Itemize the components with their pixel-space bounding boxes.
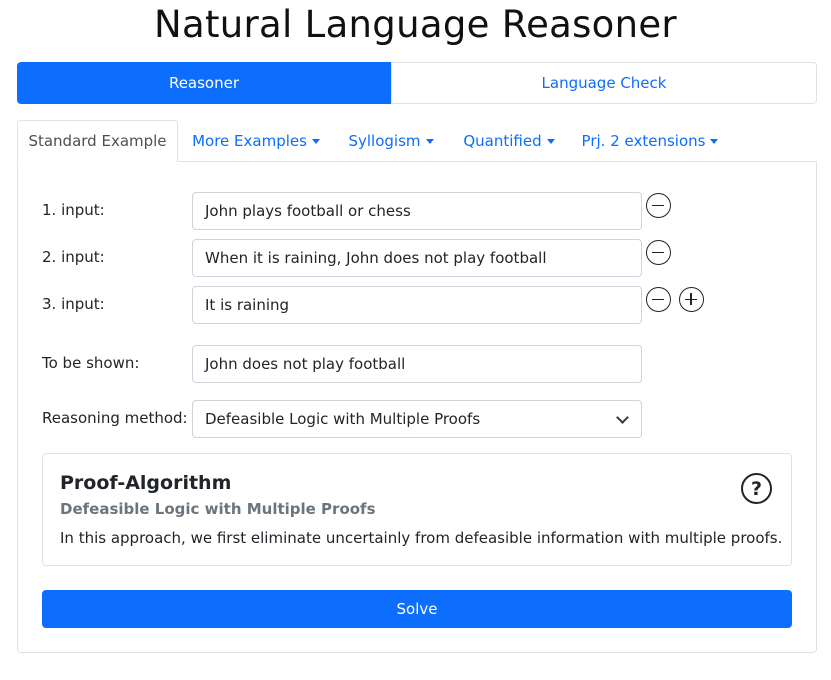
chevron-down-icon <box>616 411 629 424</box>
tab-more-examples[interactable]: More Examples <box>178 120 334 162</box>
input-1-field[interactable]: John plays football or chess <box>192 192 642 230</box>
card-title: Proof-Algorithm <box>60 472 232 494</box>
to-be-shown-value: John does not play football <box>205 355 406 373</box>
tab-label: Syllogism <box>348 132 421 150</box>
minus-icon <box>652 251 664 254</box>
input-3-label: 3. input: <box>42 295 105 313</box>
add-input-button[interactable] <box>679 287 704 312</box>
remove-input-3-button[interactable] <box>646 287 671 312</box>
to-be-shown-label: To be shown: <box>42 354 140 372</box>
to-be-shown-field[interactable]: John does not play football <box>192 345 642 383</box>
input-3-value: It is raining <box>205 296 290 314</box>
minus-icon <box>652 298 664 301</box>
card-description: In this approach, we first eliminate unc… <box>60 529 783 547</box>
caret-down-icon <box>425 138 434 144</box>
caret-down-icon <box>311 138 320 144</box>
tab-standard-example[interactable]: Standard Example <box>17 120 178 162</box>
example-tabs: Standard Example More Examples Syllogism… <box>17 120 817 162</box>
caret-down-icon <box>710 138 719 144</box>
tab-quantified[interactable]: Quantified <box>448 120 570 162</box>
help-icon[interactable]: ? <box>741 473 772 504</box>
input-1-value: John plays football or chess <box>205 202 411 220</box>
reasoning-method-label: Reasoning method: <box>42 409 188 427</box>
tab-label: Quantified <box>463 132 542 150</box>
tab-syllogism[interactable]: Syllogism <box>334 120 448 162</box>
remove-input-2-button[interactable] <box>646 240 671 265</box>
reasoning-method-select[interactable]: Defeasible Logic with Multiple Proofs <box>192 400 642 438</box>
input-2-field[interactable]: When it is raining, John does not play f… <box>192 239 642 277</box>
caret-down-icon <box>546 138 555 144</box>
page-title: Natural Language Reasoner <box>154 3 677 46</box>
input-1-label: 1. input: <box>42 201 105 219</box>
card-subtitle: Defeasible Logic with Multiple Proofs <box>60 500 376 518</box>
input-2-value: When it is raining, John does not play f… <box>205 249 547 267</box>
tab-label: Prj. 2 extensions <box>581 132 706 150</box>
input-2-label: 2. input: <box>42 248 105 266</box>
remove-input-1-button[interactable] <box>646 193 671 218</box>
input-3-field[interactable]: It is raining <box>192 286 642 324</box>
language-check-mode-button[interactable]: Language Check <box>391 62 817 104</box>
reasoning-method-value: Defeasible Logic with Multiple Proofs <box>205 410 481 428</box>
solve-button[interactable]: Solve <box>42 590 792 628</box>
tab-prj2-extensions[interactable]: Prj. 2 extensions <box>570 120 730 162</box>
minus-icon <box>652 204 664 207</box>
reasoner-mode-button[interactable]: Reasoner <box>17 62 391 104</box>
mode-toggle: Reasoner Language Check <box>17 62 817 104</box>
tab-label: Standard Example <box>28 132 167 150</box>
tab-label: More Examples <box>192 132 307 150</box>
proof-algorithm-card: Proof-Algorithm Defeasible Logic with Mu… <box>42 453 792 566</box>
